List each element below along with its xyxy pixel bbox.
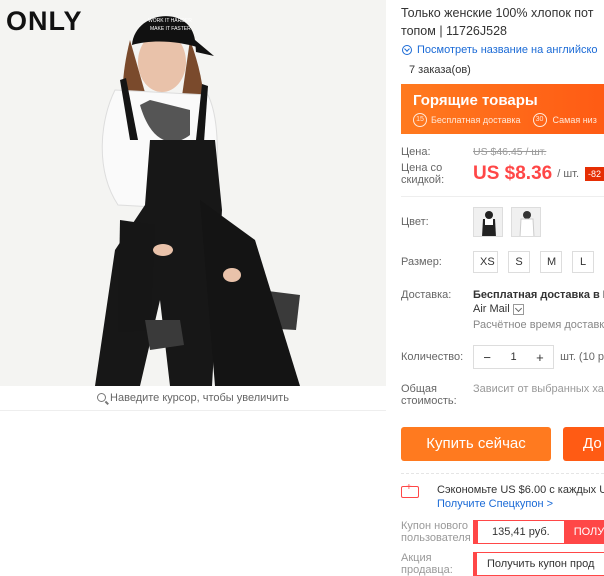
quantity-unit: шт. (10 р: [560, 351, 604, 363]
price-unit: / шт.: [557, 168, 580, 180]
divider: [401, 196, 604, 197]
new-user-coupon-value: 135,41 руб.: [474, 521, 564, 543]
hot-deals-title: Горящие товары: [413, 92, 538, 109]
zoom-hint-text: Наведите курсор, чтобы увеличить: [110, 392, 289, 404]
svg-text:MAKE IT FASTER: MAKE IT FASTER: [150, 26, 191, 32]
add-to-cart-button[interactable]: До: [563, 427, 604, 461]
shipping-label: Доставка:: [401, 289, 452, 301]
color-swatch-white[interactable]: [511, 207, 541, 237]
seller-coupon: Акция продавца: Получить купон прод: [401, 552, 604, 576]
carrier-selector[interactable]: Air Mail: [473, 303, 604, 315]
product-image[interactable]: WORK IT HARDER MAKE IT FASTER ONLY: [0, 0, 386, 386]
hot-deals-banner[interactable]: Горящие товары 15 Бесплатная доставка 30…: [401, 84, 604, 134]
quantity-increase-button[interactable]: +: [527, 350, 553, 365]
brand-logo: ONLY: [6, 6, 83, 36]
sale-price: US $8.36: [473, 163, 553, 184]
quantity-input[interactable]: 1: [500, 351, 526, 363]
zoom-hint: Наведите курсор, чтобы увеличить: [0, 386, 386, 410]
product-photo: WORK IT HARDER MAKE IT FASTER: [0, 0, 386, 386]
translate-icon: [402, 45, 412, 55]
quantity-stepper: − 1 +: [473, 345, 555, 369]
quantity-decrease-button[interactable]: −: [474, 350, 500, 365]
swatch-black-image: [474, 208, 502, 236]
chevron-down-icon: [512, 303, 524, 315]
shipping-info: Бесплатная доставка в R Air Mail Расчётн…: [473, 289, 604, 331]
price-block: Цена: US $46.45 / шт. Цена со скидкой: U…: [401, 146, 604, 186]
new-user-coupon-box: 135,41 руб. ПОЛУЧ: [473, 520, 604, 544]
svg-text:WORK IT HARDER: WORK IT HARDER: [148, 18, 192, 24]
buy-now-button[interactable]: Купить сейчас: [401, 427, 551, 461]
quantity-block: Количество: − 1 + шт. (10 р: [401, 345, 604, 369]
product-details: Только женские 100% хлопок пот топом | 1…: [401, 0, 604, 576]
shipping-method: Бесплатная доставка в R: [473, 289, 604, 301]
size-option-xs[interactable]: XS: [473, 251, 498, 273]
get-coupon-link[interactable]: Получите Спецкупон >: [437, 498, 604, 510]
size-label: Размер:: [401, 256, 442, 268]
coupon-save-text: Сэкономьте US $6.00 с каждых US: [437, 484, 604, 496]
lowest-price-text: Самая низ: [552, 115, 597, 125]
size-option-l[interactable]: L: [572, 251, 594, 273]
get-seller-coupon-button[interactable]: Получить купон прод: [473, 552, 604, 576]
color-selector: Цвет:: [401, 207, 604, 237]
translate-link[interactable]: Посмотреть название на английско: [401, 44, 604, 56]
product-title: Только женские 100% хлопок пот топом | 1…: [401, 4, 604, 40]
action-buttons: Купить сейчас До: [401, 427, 604, 461]
discount-badge: -82: [585, 167, 604, 181]
carrier-name: Air Mail: [473, 303, 510, 315]
total-label: Общая стоимость:: [401, 383, 457, 407]
hot-deals-features: 15 Бесплатная доставка 30 Самая низ: [413, 113, 604, 127]
shipping-block: Доставка: Бесплатная доставка в R Air Ma…: [401, 289, 604, 331]
size-selector: Размер: XS S M L: [401, 251, 604, 273]
price-label: Цена:: [401, 146, 431, 158]
orders-count: 7 заказа(ов): [409, 64, 471, 76]
coupon-promo: Сэкономьте US $6.00 с каждых US Получите…: [401, 473, 604, 510]
total-block: Общая стоимость: Зависит от выбранных ха…: [401, 383, 604, 407]
coupon-icon: [401, 482, 419, 498]
delivery-estimate: Расчётное время доставки: [473, 319, 604, 331]
new-user-coupon: Купон нового пользователя 135,41 руб. ПО…: [401, 520, 604, 544]
new-user-coupon-label: Купон нового пользователя: [401, 520, 471, 544]
color-label: Цвет:: [401, 216, 429, 228]
divider: [0, 410, 386, 411]
title-line-2: топом | 11726J528: [401, 24, 507, 38]
seller-promo-label: Акция продавца:: [401, 552, 453, 576]
swatch-white-image: [512, 208, 540, 236]
get-new-user-coupon-button[interactable]: ПОЛУЧ: [563, 521, 604, 543]
quantity-label: Количество:: [401, 351, 464, 363]
sale-price-label: Цена со скидкой:: [401, 162, 445, 186]
free-shipping-text: Бесплатная доставка: [431, 115, 521, 125]
free-shipping-badge-icon: 15: [413, 113, 427, 127]
size-option-m[interactable]: M: [540, 251, 562, 273]
translate-text: Посмотреть название на английско: [417, 44, 598, 56]
size-option-s[interactable]: S: [508, 251, 530, 273]
magnifier-icon: [97, 393, 107, 402]
title-line-1: Только женские 100% хлопок пот: [401, 6, 594, 20]
lowest-price-badge-icon: 30: [532, 113, 547, 127]
color-swatch-black[interactable]: [473, 207, 503, 237]
original-price: US $46.45 / шт.: [473, 146, 547, 158]
total-value: Зависит от выбранных хар: [473, 383, 604, 395]
